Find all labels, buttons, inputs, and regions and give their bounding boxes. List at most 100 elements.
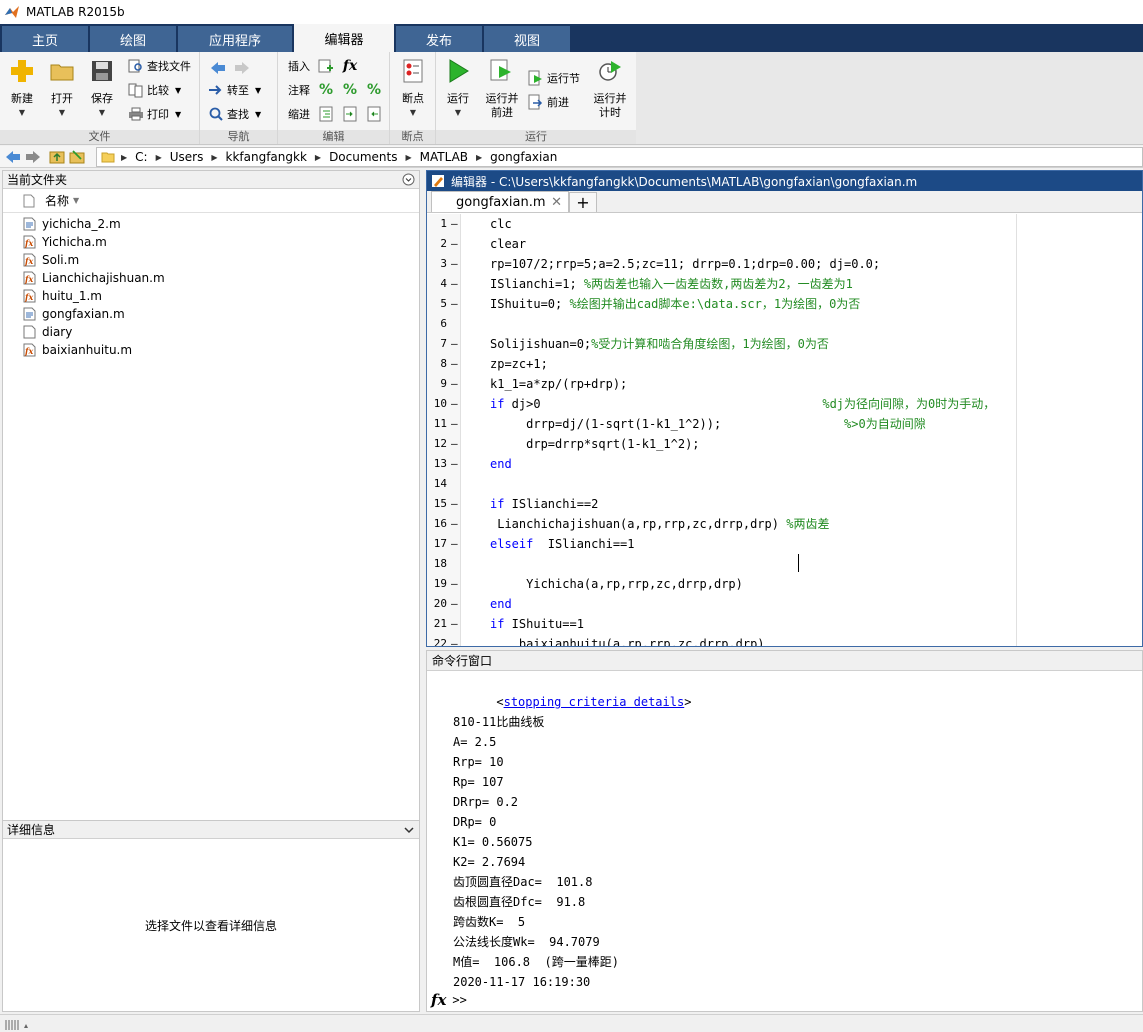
breakpoint-marker[interactable]: – [451,354,458,374]
file-list-item[interactable]: diary [3,323,419,341]
breakpoint-marker[interactable]: – [451,434,458,454]
run-section-button[interactable]: 运行节 [528,68,580,88]
run-button[interactable]: 运行 ▼ [438,58,478,124]
back-arrow-icon[interactable] [4,148,22,166]
breakpoint-marker[interactable]: – [451,594,458,614]
breakpoint-marker[interactable]: – [451,234,458,254]
tab-editor[interactable]: 编辑器 [294,24,394,52]
find-button[interactable]: 查找 ▼ [208,104,261,124]
up-folder-icon[interactable] [48,148,66,166]
breakpoint-marker[interactable]: – [451,614,458,634]
insert-function-icon[interactable]: fx [340,56,360,76]
tab-apps[interactable]: 应用程序 [178,26,292,52]
breakpoint-marker[interactable]: – [451,534,458,554]
indent-button[interactable]: 缩进 [288,104,310,124]
file-list-item[interactable]: yichicha_2.m [3,215,419,233]
breakpoint-marker[interactable]: – [451,274,458,294]
decrease-indent-icon[interactable] [364,104,384,124]
insert-button[interactable]: 插入 [288,56,310,76]
breakpoint-marker[interactable]: – [451,214,458,234]
new-button[interactable]: 新建 ▼ [2,58,42,124]
advance-button[interactable]: 前进 [528,92,569,112]
open-button[interactable]: 打开 ▼ [42,58,82,124]
stopping-criteria-link[interactable]: stopping criteria details [504,695,685,709]
compare-button[interactable]: 比较 ▼ [128,80,181,100]
file-list-item[interactable]: fx baixianhuitu.m [3,341,419,359]
breakpoint-marker[interactable]: – [451,574,458,594]
name-column-header[interactable]: 名称 ▼ [3,189,419,213]
file-list-item[interactable]: gongfaxian.m [3,305,419,323]
code-text: Yichicha(a,rp,rrp,zc,drrp,drp) [490,574,743,594]
code-area[interactable]: 1– clc 2– clear 3– rp=107/2;rrp=5;a=2.5;zc=11… [427,214,1142,646]
breakpoint-marker[interactable]: – [451,634,458,646]
command-prompt[interactable]: fx >> [431,990,1131,1010]
file-list-item[interactable]: fx Lianchichajishuan.m [3,269,419,287]
path-breadcrumb[interactable]: ▶ C: ▶ Users ▶ kkfangfangkk ▶ Documents … [96,147,1143,167]
smart-indent-icon[interactable] [316,104,336,124]
address-bar: ▶ C: ▶ Users ▶ kkfangfangkk ▶ Documents … [0,146,1143,168]
chevron-down-icon[interactable] [403,825,415,835]
uncomment-icon[interactable]: % [340,80,360,100]
line-number: 22 [433,637,447,646]
file-list-item[interactable]: fx Yichicha.m [3,233,419,251]
back-button[interactable] [208,58,228,78]
browse-folder-icon[interactable] [68,148,86,166]
code-line: 15– if ISlianchi==2 [427,494,1142,514]
print-button[interactable]: 打印 ▼ [128,104,181,124]
code-line: 2– clear [427,234,1142,254]
breakpoint-marker[interactable]: – [451,254,458,274]
wrap-comment-icon[interactable]: % [364,80,384,100]
file-group-label: 文件 [0,130,199,144]
breadcrumb-documents[interactable]: Documents [329,150,397,164]
forward-button[interactable] [232,58,252,78]
tab-plots[interactable]: 绘图 [90,26,176,52]
run-and-advance-button[interactable]: 运行并 前进 [480,58,524,124]
breakpoint-marker[interactable]: – [451,494,458,514]
insert-section-icon[interactable] [316,56,336,76]
line-number: 9 [440,377,447,390]
new-tab-button[interactable]: + [569,192,597,212]
breakpoint-marker[interactable]: – [451,414,458,434]
panel-menu-icon[interactable] [402,173,415,186]
breadcrumb-users[interactable]: Users [170,150,204,164]
breakpoints-button[interactable]: 断点 ▼ [393,58,433,124]
line-number: 10 [433,397,447,410]
editor-title-bar: 编辑器 - C:\Users\kkfangfangkk\Documents\MA… [427,171,1142,191]
function-browser-icon[interactable]: fx [431,991,446,1009]
run-and-time-button[interactable]: 运行并 计时 [588,58,632,124]
code-line: 16– Lianchichajishuan(a,rp,rrp,zc,drrp,d… [427,514,1142,534]
chevron-down-icon: ▼ [255,85,262,95]
breakpoint-marker[interactable]: – [451,454,458,474]
goto-button[interactable]: 转至 ▼ [208,80,261,100]
code-text: if dj>0 %dj为径向间隙，为0时为手动， [490,394,995,414]
code-line: 14 [427,474,1142,494]
breakpoint-marker[interactable]: – [451,394,458,414]
breakpoint-marker[interactable]: – [451,374,458,394]
breakpoint-marker[interactable]: – [451,514,458,534]
file-list-item[interactable]: fx huitu_1.m [3,287,419,305]
comment-percent-icon[interactable]: % [316,80,336,100]
command-window[interactable]: 命令行窗口 <stopping criteria details> fx >> … [426,650,1143,1012]
editor-tab-gongfaxian[interactable]: gongfaxian.m ✕ [431,191,569,212]
line-number: 3 [440,257,447,270]
breadcrumb-gongfaxian[interactable]: gongfaxian [490,150,557,164]
increase-indent-icon[interactable] [340,104,360,124]
back-arrow-icon [211,62,225,74]
breadcrumb-matlab[interactable]: MATLAB [420,150,468,164]
new-icon [11,60,33,82]
tab-view[interactable]: 视图 [484,26,570,52]
tab-home[interactable]: 主页 [2,26,88,52]
save-button[interactable]: 保存 ▼ [82,58,122,124]
file-list-item[interactable]: fx Soli.m [3,251,419,269]
breadcrumb-user[interactable]: kkfangfangkk [226,150,307,164]
breadcrumb-c[interactable]: C: [135,150,147,164]
comment-button[interactable]: 注释 [288,80,310,100]
forward-arrow-icon[interactable] [24,148,42,166]
breakpoint-marker[interactable]: – [451,334,458,354]
function-file-icon: fx [23,235,36,249]
breakpoints-group: 断点 ▼ 断点 [390,52,436,144]
find-files-button[interactable]: 查找文件 [128,56,191,76]
breakpoint-marker[interactable]: – [451,294,458,314]
close-icon[interactable]: ✕ [551,195,562,210]
tab-publish[interactable]: 发布 [396,26,482,52]
